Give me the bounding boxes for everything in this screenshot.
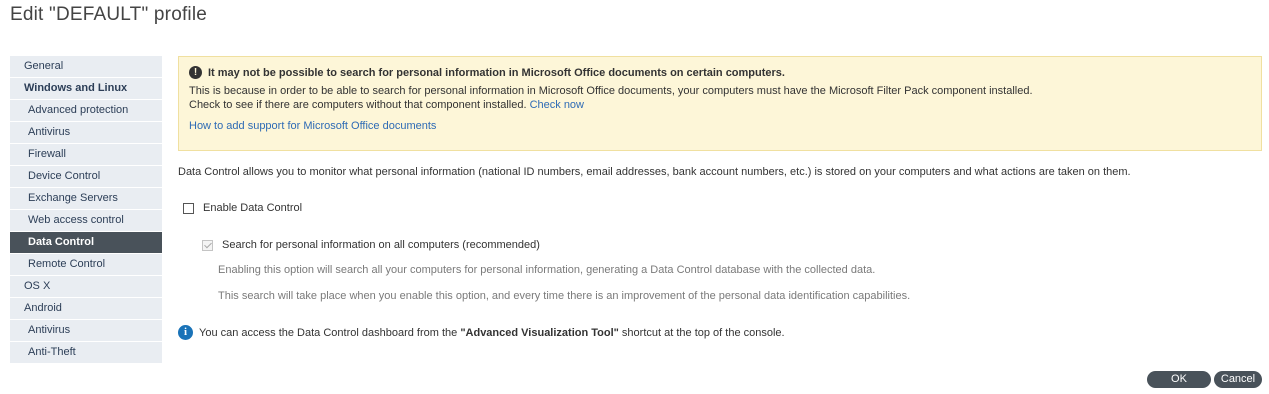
- howto-office-link[interactable]: How to add support for Microsoft Office …: [189, 120, 436, 132]
- info-suffix: shortcut at the top of the console.: [618, 326, 785, 339]
- warning-box: ! It may not be possible to search for p…: [178, 56, 1262, 151]
- sidebar-item-antivirus[interactable]: Antivirus: [10, 122, 162, 144]
- sidebar-item-advanced-protection[interactable]: Advanced protection: [10, 100, 162, 122]
- sidebar-item-general[interactable]: General: [10, 56, 162, 78]
- warning-title-text: It may not be possible to search for per…: [208, 66, 785, 79]
- ok-button[interactable]: OK: [1147, 371, 1211, 388]
- enable-data-control-label[interactable]: Enable Data Control: [203, 202, 302, 214]
- warning-line2-text: Check to see if there are computers with…: [189, 99, 527, 111]
- sidebar-item-remote-control[interactable]: Remote Control: [10, 254, 162, 276]
- enable-data-control-row[interactable]: Enable Data Control: [183, 202, 302, 214]
- search-hint-2: This search will take place when you ena…: [218, 290, 911, 302]
- sidebar-item-anti-theft[interactable]: Anti-Theft: [10, 342, 162, 364]
- search-hint-1: Enabling this option will search all you…: [218, 264, 876, 276]
- main-content: ! It may not be possible to search for p…: [178, 56, 1262, 340]
- sidebar-group-windows-linux[interactable]: Windows and Linux: [10, 78, 162, 100]
- info-prefix: You can access the Data Control dashboar…: [199, 326, 461, 339]
- info-tool-name: "Advanced Visualization Tool": [460, 326, 619, 339]
- sidebar-item-android-antivirus[interactable]: Antivirus: [10, 320, 162, 342]
- sidebar-item-osx[interactable]: OS X: [10, 276, 162, 298]
- info-row: i You can access the Data Control dashbo…: [178, 325, 785, 340]
- sidebar-item-firewall[interactable]: Firewall: [10, 144, 162, 166]
- search-all-computers-checkbox: [202, 239, 213, 251]
- info-text: You can access the Data Control dashboar…: [199, 327, 785, 339]
- sidebar-item-web-access-control[interactable]: Web access control: [10, 210, 162, 232]
- exclamation-icon: !: [189, 66, 202, 79]
- data-control-description: Data Control allows you to monitor what …: [178, 166, 1131, 178]
- search-all-computers-row: Search for personal information on all c…: [202, 239, 540, 251]
- warning-line2: Check to see if there are computers with…: [189, 98, 1251, 112]
- enable-data-control-checkbox[interactable]: [183, 202, 194, 214]
- sidebar-item-data-control[interactable]: Data Control: [10, 232, 162, 254]
- page-title: Edit "DEFAULT" profile: [10, 4, 208, 25]
- sidebar: General Windows and Linux Advanced prote…: [10, 56, 162, 364]
- search-all-computers-label: Search for personal information on all c…: [222, 239, 540, 251]
- warning-title: ! It may not be possible to search for p…: [189, 66, 1251, 79]
- howto-row: How to add support for Microsoft Office …: [189, 120, 1251, 132]
- sidebar-item-device-control[interactable]: Device Control: [10, 166, 162, 188]
- check-now-link[interactable]: Check now: [530, 99, 584, 111]
- sidebar-item-exchange-servers[interactable]: Exchange Servers: [10, 188, 162, 210]
- cancel-button[interactable]: Cancel: [1214, 371, 1262, 388]
- warning-line1: This is because in order to be able to s…: [189, 85, 1033, 97]
- sidebar-item-android[interactable]: Android: [10, 298, 162, 320]
- info-icon: i: [178, 325, 193, 340]
